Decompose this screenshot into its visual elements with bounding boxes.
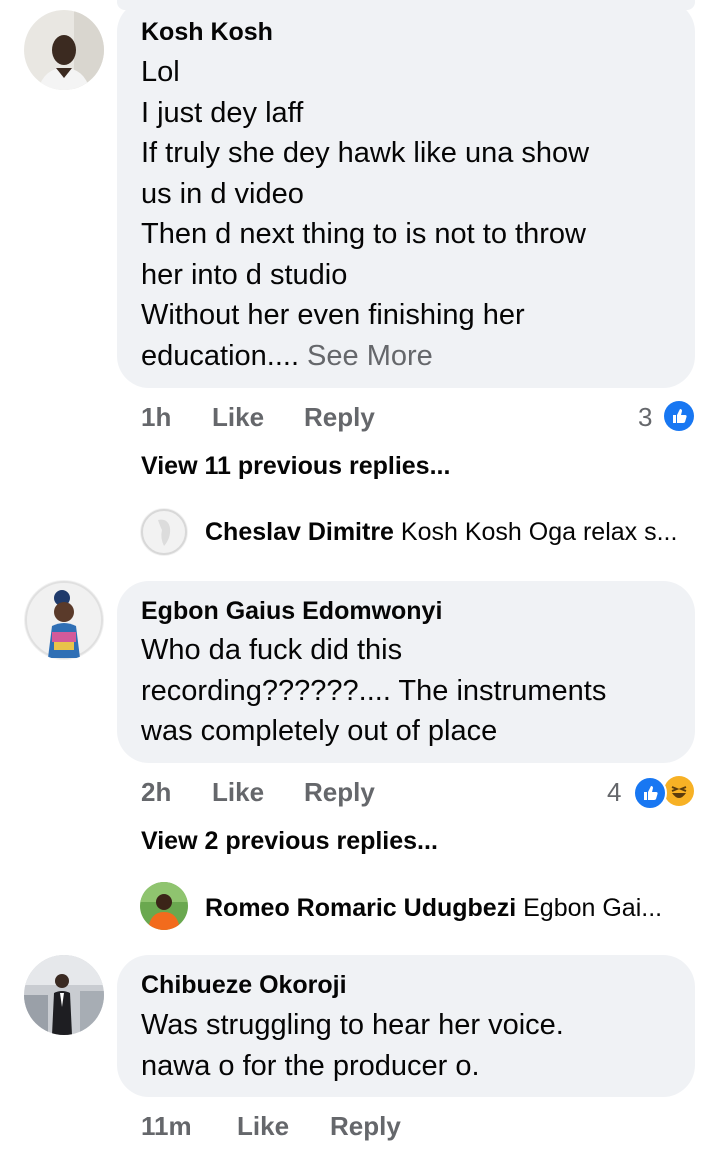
comment-author[interactable]: Chibueze Okoroji <box>141 971 347 1000</box>
reply-text: Kosh Kosh Oga relax s... <box>400 518 678 546</box>
reply-button[interactable]: Reply <box>304 777 375 808</box>
view-previous-replies-link[interactable]: View 11 previous replies... <box>141 452 450 481</box>
comment-line: was completely out of place <box>141 715 498 747</box>
reply-preview[interactable]: Romeo Romaric Udugbezi Egbon Gai... <box>205 894 662 923</box>
comment-line: education.... <box>141 339 299 372</box>
reaction-count[interactable]: 3 <box>638 402 652 433</box>
reply-button[interactable]: Reply <box>330 1111 401 1142</box>
comment-timestamp[interactable]: 1h <box>141 402 171 433</box>
reaction-count[interactable]: 4 <box>607 777 621 808</box>
avatar[interactable] <box>24 580 104 660</box>
avatar[interactable] <box>24 10 104 90</box>
reply-button[interactable]: Reply <box>304 402 375 433</box>
comment-timestamp[interactable]: 11m <box>141 1111 192 1142</box>
comment-line: Lol <box>141 56 180 88</box>
avatar[interactable] <box>140 508 188 556</box>
comment-line: Then d next thing to is not to throw <box>141 218 586 250</box>
comment-line-last: education.... See More <box>141 336 681 377</box>
comment-text: Lol I just dey laff If truly she dey haw… <box>141 52 681 376</box>
comment-timestamp[interactable]: 2h <box>141 777 171 808</box>
avatar[interactable] <box>24 955 104 1035</box>
reply-preview[interactable]: Cheslav Dimitre Kosh Kosh Oga relax s... <box>205 518 677 547</box>
avatar[interactable] <box>140 882 188 930</box>
comment-line: If truly she dey hawk like una show <box>141 137 590 169</box>
like-reaction-icon <box>664 401 694 431</box>
comment-line: us in d video <box>141 177 304 210</box>
comment-line: her into d studio <box>141 258 348 291</box>
comment-text: Was struggling to hear her voice. nawa o… <box>141 1005 681 1086</box>
view-previous-replies-link[interactable]: View 2 previous replies... <box>141 827 438 856</box>
reply-author[interactable]: Romeo Romaric Udugbezi <box>205 894 516 922</box>
comment-line: Without her even finishing her <box>141 299 525 331</box>
comment-line: Was struggling to hear her voice. <box>141 1009 564 1041</box>
see-more-link[interactable]: See More <box>299 340 433 372</box>
haha-reaction-icon <box>664 776 694 806</box>
like-button[interactable]: Like <box>212 777 264 808</box>
reply-text: Egbon Gai... <box>523 894 663 922</box>
comment-author[interactable]: Egbon Gaius Edomwonyi <box>141 597 442 626</box>
comment-text: Who da fuck did this recording??????....… <box>141 630 681 752</box>
like-button[interactable]: Like <box>237 1111 289 1142</box>
comment-line: Who da fuck did this <box>141 634 403 666</box>
reply-author[interactable]: Cheslav Dimitre <box>205 518 394 546</box>
like-button[interactable]: Like <box>212 402 264 433</box>
comment-author[interactable]: Kosh Kosh <box>141 18 273 47</box>
comment-line: recording??????.... The instruments <box>141 674 607 707</box>
comment-line: I just dey laff <box>141 96 304 129</box>
like-reaction-icon <box>633 776 667 810</box>
comment-line: nawa o for the producer o. <box>141 1049 480 1082</box>
